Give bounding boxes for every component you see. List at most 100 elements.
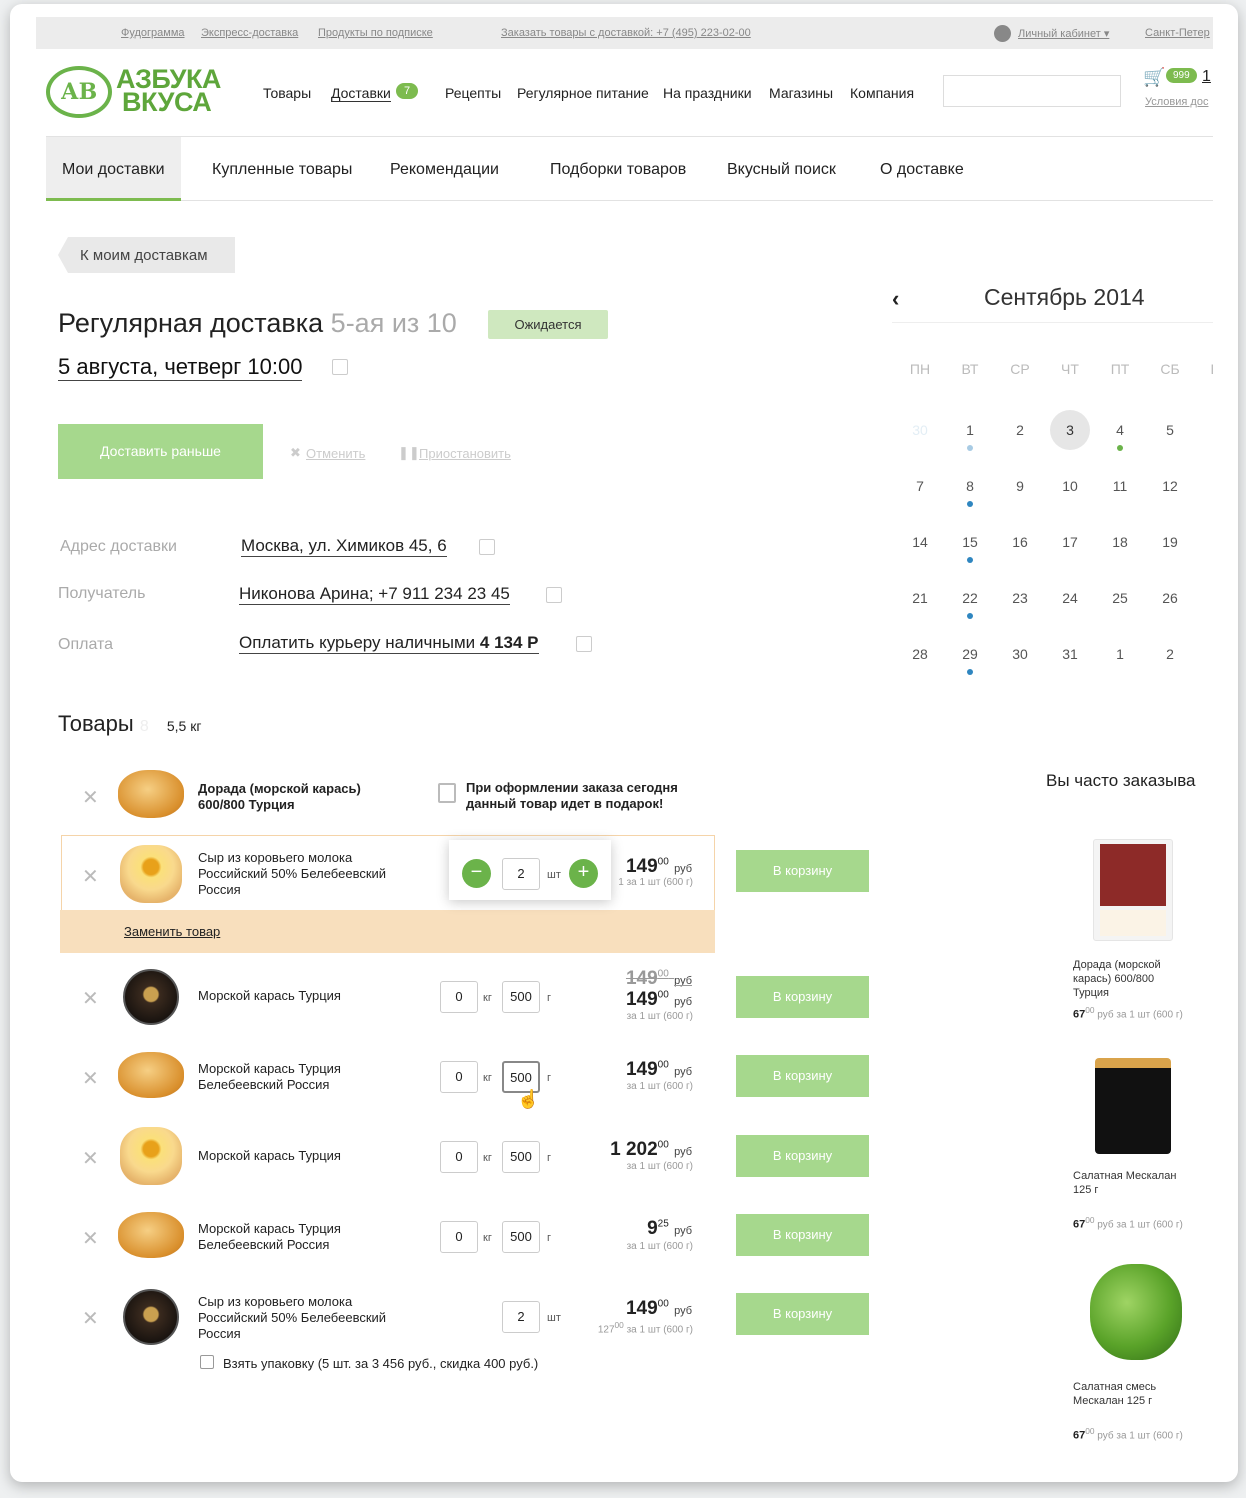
calendar-day[interactable]: 29 — [955, 646, 985, 662]
product-image[interactable] — [1095, 1058, 1171, 1154]
add-to-cart-button[interactable]: В корзину — [736, 1293, 869, 1335]
product-name[interactable]: Морской карась Турция Белебеевский Росси… — [198, 1221, 418, 1253]
edit-payment-icon[interactable] — [576, 636, 592, 652]
nav-stores[interactable]: Магазины — [769, 85, 833, 101]
gram-input[interactable]: 500 — [502, 1221, 540, 1253]
account-link[interactable]: Личный кабинет ▾ — [1018, 27, 1109, 40]
calendar-day[interactable]: 7 — [905, 478, 935, 494]
logo-text[interactable]: АЗБУКА ВКУСА — [116, 66, 221, 116]
link-subscription[interactable]: Продукты по подписке — [318, 27, 433, 39]
replace-item-link[interactable]: Заменить товар — [124, 924, 220, 939]
delivery-date[interactable]: 5 августа, четверг 10:00 — [58, 354, 303, 381]
add-to-cart-button[interactable]: В корзину — [736, 976, 869, 1018]
remove-item-icon[interactable]: ✕ — [82, 785, 99, 810]
deliver-earlier-button[interactable]: Доставить раньше — [58, 424, 263, 479]
nav-products[interactable]: Товары — [263, 85, 311, 101]
add-to-cart-button[interactable]: В корзину — [736, 1055, 869, 1097]
edit-date-icon[interactable] — [332, 359, 348, 375]
remove-item-icon[interactable]: ✕ — [82, 1306, 99, 1331]
pause-link[interactable]: Приостановить — [419, 446, 511, 461]
quantity-input[interactable]: 2 — [502, 858, 540, 890]
product-name[interactable]: Морской карась Турция Белебеевский Росси… — [198, 1061, 418, 1093]
link-express[interactable]: Экспресс-доставка — [201, 27, 298, 39]
product-name[interactable]: Морской карась Турция — [198, 988, 418, 1004]
calendar-day[interactable]: 2 — [1155, 646, 1185, 662]
calendar-day[interactable]: 21 — [905, 590, 935, 606]
minus-button[interactable]: − — [462, 859, 491, 888]
cart-icon[interactable]: 🛒 — [1143, 67, 1165, 88]
prev-month-icon[interactable]: ‹ — [892, 286, 899, 312]
calendar-day[interactable]: 16 — [1005, 534, 1035, 550]
add-to-cart-button[interactable]: В корзину — [736, 1135, 869, 1177]
calendar-day[interactable]: 26 — [1155, 590, 1185, 606]
calendar-day[interactable]: 25 — [1105, 590, 1135, 606]
address-value[interactable]: Москва, ул. Химиков 45, 6 — [241, 536, 447, 557]
tab-purchased[interactable]: Купленные товары — [212, 161, 352, 179]
tab-about-delivery[interactable]: О доставке — [880, 161, 964, 179]
tab-collections[interactable]: Подборки товаров — [550, 161, 686, 179]
calendar-day[interactable]: 8 — [955, 478, 985, 494]
calendar-day[interactable]: 10 — [1055, 478, 1085, 494]
tab-my-deliveries[interactable]: Мои доставки — [46, 137, 181, 201]
product-name[interactable]: Дорада (морской карась) 600/800 Турция — [198, 781, 383, 813]
nav-holidays[interactable]: На праздники — [663, 85, 752, 101]
gram-input[interactable]: 500 — [502, 1141, 540, 1173]
calendar-day[interactable]: 12 — [1155, 478, 1185, 494]
calendar-day[interactable]: 5 — [1155, 422, 1185, 438]
recommend-name[interactable]: Салатная Мескалан 125 г — [1073, 1169, 1193, 1197]
pack-offer-label[interactable]: Взять упаковку (5 шт. за 3 456 руб., ски… — [223, 1356, 538, 1371]
search-input[interactable] — [943, 75, 1121, 107]
gram-input[interactable]: 500 — [502, 981, 540, 1013]
calendar-day[interactable]: 28 — [905, 646, 935, 662]
calendar-day[interactable]: 30 — [1005, 646, 1035, 662]
nav-regular[interactable]: Регулярное питание — [517, 85, 649, 101]
remove-item-icon[interactable]: ✕ — [82, 1226, 99, 1251]
cart-number[interactable]: 1 — [1202, 68, 1211, 86]
calendar-day[interactable]: 19 — [1155, 534, 1185, 550]
product-image[interactable] — [1090, 1264, 1182, 1360]
tab-recommendations[interactable]: Рекомендации — [390, 161, 499, 179]
calendar-day[interactable]: 2 — [1005, 422, 1035, 438]
product-name[interactable]: Морской карась Турция — [198, 1148, 418, 1164]
calendar-day[interactable]: 30 — [905, 422, 935, 438]
recipient-value[interactable]: Никонова Арина; +7 911 234 23 45 — [239, 584, 510, 605]
calendar-day[interactable]: 15 — [955, 534, 985, 550]
cancel-link[interactable]: Отменить — [306, 446, 365, 461]
payment-value[interactable]: Оплатить курьеру наличными 4 134 Р — [239, 633, 539, 654]
calendar-day[interactable]: 4 — [1105, 422, 1135, 438]
remove-item-icon[interactable]: ✕ — [82, 1146, 99, 1171]
tab-tasty-search[interactable]: Вкусный поиск — [727, 161, 836, 179]
remove-item-icon[interactable]: ✕ — [82, 1066, 99, 1091]
calendar-day[interactable]: 31 — [1055, 646, 1085, 662]
pack-checkbox[interactable] — [200, 1355, 214, 1369]
calendar-day[interactable]: 1 — [955, 422, 985, 438]
nav-company[interactable]: Компания — [850, 85, 914, 101]
order-phone-link[interactable]: Заказать товары с доставкой: +7 (495) 22… — [501, 27, 751, 39]
calendar-day[interactable]: 9 — [1005, 478, 1035, 494]
edit-recipient-icon[interactable] — [546, 587, 562, 603]
remove-item-icon[interactable]: ✕ — [82, 864, 99, 889]
kg-input[interactable]: 0 — [440, 1141, 478, 1173]
kg-input[interactable]: 0 — [440, 1221, 478, 1253]
calendar-day[interactable]: 1 — [1105, 646, 1135, 662]
calendar-day[interactable]: 14 — [905, 534, 935, 550]
kg-input[interactable]: 0 — [440, 981, 478, 1013]
calendar-day[interactable]: 24 — [1055, 590, 1085, 606]
add-to-cart-button[interactable]: В корзину — [736, 850, 869, 892]
product-name[interactable]: Сыр из коровьего молока Российский 50% Б… — [198, 850, 413, 898]
nav-deliveries[interactable]: Доставки — [331, 85, 391, 102]
logo-mark[interactable]: АВ — [46, 66, 112, 118]
edit-address-icon[interactable] — [479, 539, 495, 555]
calendar-day[interactable]: 23 — [1005, 590, 1035, 606]
kg-input[interactable]: 0 — [440, 1061, 478, 1093]
city-link[interactable]: Санкт-Петер — [1145, 27, 1210, 39]
nav-recipes[interactable]: Рецепты — [445, 85, 501, 101]
add-to-cart-button[interactable]: В корзину — [736, 1214, 869, 1256]
delivery-terms-link[interactable]: Условия дос — [1145, 96, 1208, 108]
back-to-deliveries-button[interactable]: К моим доставкам — [58, 237, 235, 273]
product-name[interactable]: Сыр из коровьего молока Российский 50% Б… — [198, 1294, 413, 1342]
calendar-day[interactable]: 11 — [1105, 478, 1135, 494]
calendar-day[interactable]: 17 — [1055, 534, 1085, 550]
calendar-day[interactable]: 22 — [955, 590, 985, 606]
link-foodogram[interactable]: Фудограмма — [121, 27, 185, 39]
